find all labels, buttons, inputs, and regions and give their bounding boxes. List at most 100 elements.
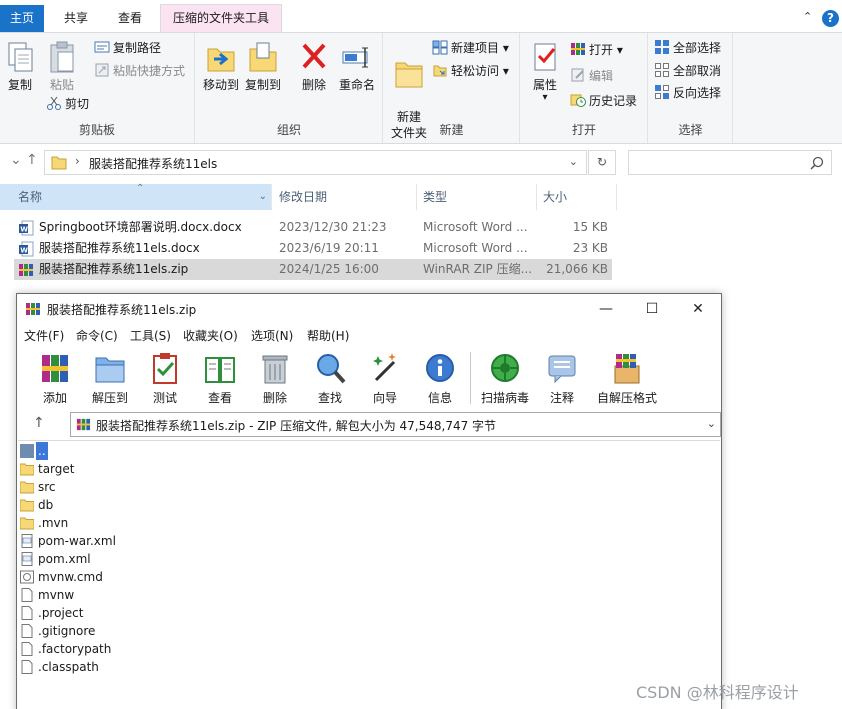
move-to-button[interactable]: 移动到: [202, 39, 240, 93]
column-header-size[interactable]: 大小: [537, 184, 617, 210]
menu-favorites[interactable]: 收藏夹(O): [183, 327, 238, 344]
file-size: 15 KB: [572, 220, 608, 234]
virus-scan-icon: [491, 354, 519, 382]
scan-virus-button[interactable]: 扫描病毒: [475, 350, 535, 406]
find-button[interactable]: 查找: [300, 350, 360, 406]
refresh-button[interactable]: ↻: [588, 150, 616, 175]
magic-wand-icon: [373, 353, 396, 382]
open-label: 打开: [589, 43, 614, 57]
edit-icon: [571, 68, 584, 82]
help-icon[interactable]: ?: [822, 10, 839, 27]
file-row[interactable]: W 服装搭配推荐系统11els.docx 2023/6/19 20:11 Mic…: [14, 238, 612, 259]
comment-icon: [548, 355, 576, 384]
open-dropdown-icon: ▾: [613, 43, 623, 57]
path-dropdown-icon[interactable]: ⌄: [707, 417, 716, 430]
edit-button[interactable]: 编辑: [570, 67, 613, 85]
delete-archive-button[interactable]: 删除: [245, 350, 305, 406]
column-filter-dropdown-icon[interactable]: ⌄: [259, 184, 267, 210]
paste-button[interactable]: 粘贴: [44, 39, 80, 93]
toolbar-separator: [470, 352, 471, 404]
new-item-button[interactable]: 新建项目 ▾: [432, 39, 509, 57]
tab-compressed-folder-tools[interactable]: 压缩的文件夹工具: [160, 4, 282, 32]
comment-button[interactable]: 注释: [532, 350, 592, 406]
invert-selection-label: 反向选择: [673, 86, 722, 100]
ribbon-collapse-icon[interactable]: ⌃: [803, 10, 812, 23]
test-button[interactable]: 测试: [135, 350, 195, 406]
tab-view[interactable]: 查看: [108, 7, 152, 32]
menu-tools[interactable]: 工具(S): [130, 327, 171, 344]
clipboard-group-label: 剪贴板: [78, 123, 115, 137]
column-header-name[interactable]: ⌃ 名称 ⌄: [0, 183, 272, 210]
delete-button[interactable]: 删除: [297, 39, 331, 93]
up-arrow-icon[interactable]: ↑: [26, 152, 38, 168]
copy-to-icon: [249, 42, 277, 72]
scan-virus-label: 扫描病毒: [480, 391, 529, 405]
item-name: src: [38, 480, 56, 494]
invert-selection-button[interactable]: 反向选择: [654, 84, 721, 102]
winrar-app-icon: [26, 303, 40, 315]
open-button[interactable]: 打开 ▾: [570, 41, 623, 59]
winrar-title-bar[interactable]: 服装搭配推荐系统11els.zip — ☐ ✕: [17, 294, 721, 324]
file-row-selected[interactable]: 服装搭配推荐系统11els.zip 2024/1/25 16:00 WinRAR…: [14, 259, 612, 280]
organize-group: 移动到 复制到 删除 重命名 组织: [196, 33, 383, 143]
breadcrumb-separator-icon[interactable]: ›: [75, 154, 80, 168]
select-none-button[interactable]: 全部取消: [654, 62, 721, 80]
watermark: CSDN @林科程序设计: [636, 683, 799, 702]
address-bar[interactable]: › 服装搭配推荐系统11els ⌄: [44, 150, 587, 175]
wizard-label: 向导: [372, 391, 397, 405]
sfx-button[interactable]: 自解压格式: [589, 350, 665, 406]
cut-button[interactable]: 剪切: [46, 95, 89, 113]
up-one-level-icon[interactable]: ↑: [33, 415, 45, 431]
new-item-icon: [432, 40, 448, 55]
sfx-label: 自解压格式: [596, 391, 657, 405]
history-button[interactable]: 历史记录: [570, 92, 637, 110]
tab-share[interactable]: 共享: [54, 7, 98, 32]
file-row[interactable]: W Springboot环境部署说明.docx.docx 2023/12/30 …: [14, 217, 612, 238]
paste-shortcut-button[interactable]: 粘贴快捷方式: [94, 62, 185, 80]
recent-locations-icon[interactable]: ⌄: [10, 152, 22, 168]
select-all-button[interactable]: 全部选择: [654, 39, 721, 57]
menu-commands[interactable]: 命令(C): [76, 327, 118, 344]
copy-button[interactable]: 复制: [4, 39, 36, 93]
menu-help[interactable]: 帮助(H): [307, 327, 349, 344]
copy-to-button[interactable]: 复制到: [243, 39, 283, 93]
item-name: .gitignore: [38, 624, 96, 638]
archive-path-dropdown[interactable]: 服装搭配推荐系统11els.zip - ZIP 压缩文件, 解包大小为 47,5…: [70, 412, 721, 437]
winrar-window: 服装搭配推荐系统11els.zip — ☐ ✕ 文件(F) 命令(C) 工具(S…: [16, 293, 722, 709]
extract-to-button[interactable]: 解压到: [80, 350, 140, 406]
folder-icon: [20, 463, 34, 476]
item-name: .classpath: [38, 660, 99, 674]
properties-button[interactable]: 属性 ▾: [527, 39, 563, 103]
file-type: Microsoft Word ...: [423, 241, 528, 255]
menu-options[interactable]: 选项(N): [251, 327, 293, 344]
view-button[interactable]: 查看: [190, 350, 250, 406]
wizard-button[interactable]: 向导: [355, 350, 415, 406]
close-button[interactable]: ✕: [675, 297, 721, 321]
item-name: mvnw: [38, 588, 75, 602]
delete-label: 删除: [301, 78, 326, 92]
parent-folder-icon: [20, 444, 34, 458]
easy-access-icon: [433, 65, 447, 77]
column-header-date[interactable]: 修改日期: [272, 184, 417, 210]
breadcrumb-current[interactable]: 服装搭配推荐系统11els: [89, 155, 217, 172]
xml-file-icon: [21, 534, 33, 548]
properties-dropdown-icon[interactable]: ▾: [527, 93, 563, 103]
column-header-type[interactable]: 类型: [417, 184, 537, 210]
extract-to-icon: [95, 357, 125, 383]
copy-path-label: 复制路径: [113, 41, 162, 55]
xml-file-icon: [21, 552, 33, 566]
clipboard-group: 复制 粘贴 复制路径 粘贴快捷方式 剪切 剪贴板: [0, 33, 195, 143]
easy-access-button[interactable]: 轻松访问 ▾: [432, 62, 509, 80]
search-input[interactable]: [628, 150, 832, 175]
add-button[interactable]: 添加: [25, 350, 85, 406]
rename-button[interactable]: 重命名: [336, 39, 378, 93]
move-to-icon: [207, 48, 235, 72]
minimize-button[interactable]: —: [583, 297, 629, 321]
maximize-button[interactable]: ☐: [629, 297, 675, 321]
menu-file[interactable]: 文件(F): [24, 327, 64, 344]
address-dropdown-icon[interactable]: ⌄: [569, 155, 578, 168]
info-button[interactable]: 信息: [410, 350, 470, 406]
tab-home[interactable]: 主页: [0, 5, 44, 32]
copy-path-button[interactable]: 复制路径: [94, 39, 161, 57]
scissors-icon: [47, 96, 61, 110]
